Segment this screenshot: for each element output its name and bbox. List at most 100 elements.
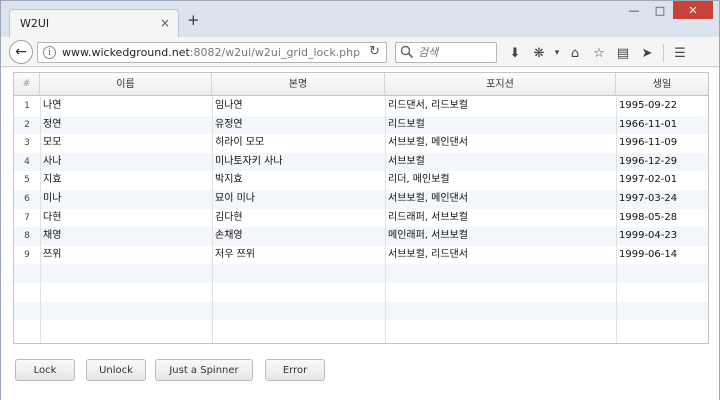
cell-num: 2 xyxy=(24,119,30,130)
empty-row xyxy=(14,283,708,302)
cell-realname: 김다현 xyxy=(215,211,243,223)
table-row[interactable]: 2 정연 유정연 리드보컬 1966-11-01 xyxy=(14,115,708,135)
chevron-down-icon[interactable]: ▾ xyxy=(551,42,563,64)
extension-icon[interactable]: ❋ xyxy=(527,42,551,64)
unlock-button[interactable]: Unlock xyxy=(86,359,146,381)
grid-header: # 이름 본명 포지션 생일 xyxy=(14,73,708,96)
cell-position: 리드보컬 xyxy=(388,118,425,130)
cell-realname: 손채영 xyxy=(215,230,243,242)
close-window-button[interactable]: ✕ xyxy=(673,1,713,19)
empty-row xyxy=(14,301,708,321)
table-row[interactable]: 4 사나 미나토자키 사나 서브보컬 1996-12-29 xyxy=(14,152,708,172)
lock-button[interactable]: Lock xyxy=(15,359,75,381)
browser-window: W2UI × + — □ ✕ ← i www.wickedground.net:… xyxy=(0,0,720,400)
cell-name: 쯔위 xyxy=(43,248,62,260)
cell-realname: 박지효 xyxy=(215,174,243,186)
search-icon xyxy=(400,45,414,59)
cell-birthday: 1966-11-01 xyxy=(619,118,678,130)
table-row[interactable]: 8 채영 손채영 메인래퍼, 서브보컬 1999-04-23 xyxy=(14,227,708,246)
cell-realname: 저우 쯔위 xyxy=(215,248,255,260)
url-host: www.wickedground.net xyxy=(62,46,190,59)
url-path: :8082/w2ui/w2ui_grid_lock.php xyxy=(189,46,361,59)
cell-position: 서브보컬, 메인댄서 xyxy=(388,193,468,204)
arrow-left-icon: ← xyxy=(15,44,27,60)
download-icon[interactable]: ⬇ xyxy=(503,42,527,64)
cell-birthday: 1998-05-28 xyxy=(619,211,678,223)
spinner-button[interactable]: Just a Spinner xyxy=(155,359,253,381)
reader-icon[interactable]: ▤ xyxy=(611,42,635,64)
cell-num: 1 xyxy=(24,101,30,111)
column-header-position[interactable]: 포지션 xyxy=(385,73,616,96)
cell-realname: 유정연 xyxy=(215,118,243,130)
toolbar-divider xyxy=(663,44,664,62)
cell-position: 서브보컬 xyxy=(388,155,425,167)
table-row[interactable]: 5 지효 박지효 리더, 메인보컬 1997-02-01 xyxy=(14,171,708,190)
table-row[interactable]: 1 나연 임나연 리드댄서, 리드보컬 1995-09-22 xyxy=(14,97,708,116)
column-header-number[interactable]: # xyxy=(14,73,40,96)
reload-icon[interactable]: ↻ xyxy=(369,44,380,59)
cell-birthday: 1996-11-09 xyxy=(619,137,678,149)
cell-position: 리드댄서, 리드보컬 xyxy=(388,100,468,111)
search-input[interactable] xyxy=(418,46,494,59)
cell-name: 나연 xyxy=(43,100,62,111)
navigation-bar: ← i www.wickedground.net:8082/w2ui/w2ui_… xyxy=(1,37,719,67)
column-header-birthday[interactable]: 생일 xyxy=(616,73,708,96)
grid-body: 1 나연 임나연 리드댄서, 리드보컬 1995-09-22 2 정연 유정연 리드보컬 1966… xyxy=(14,97,708,343)
cursor-icon[interactable]: ➤ xyxy=(635,42,659,64)
minimize-button[interactable]: — xyxy=(621,1,647,19)
close-icon[interactable]: × xyxy=(160,16,170,30)
page-content: # 이름 본명 포지션 생일 1 나연 임나연 리드댄서, 리드보컬 1995-09-2… xyxy=(1,68,719,400)
cell-name: 미나 xyxy=(43,193,62,204)
column-header-realname[interactable]: 본명 xyxy=(212,73,385,96)
cell-name: 정연 xyxy=(43,118,62,130)
cell-birthday: 1997-02-01 xyxy=(619,174,678,186)
cell-name: 채영 xyxy=(43,230,62,242)
cell-birthday: 1995-09-22 xyxy=(619,100,678,111)
table-row[interactable]: 3 모모 히라이 모모 서브보컬, 메인댄서 1996-11-09 xyxy=(14,134,708,153)
cell-realname: 미나토자키 사나 xyxy=(215,155,283,167)
cell-num: 3 xyxy=(24,138,30,149)
table-row[interactable]: 6 미나 묘이 미나 서브보컬, 메인댄서 1997-03-24 xyxy=(14,190,708,209)
cell-name: 지효 xyxy=(43,174,62,186)
error-button[interactable]: Error xyxy=(265,359,325,381)
url-bar[interactable]: i www.wickedground.net:8082/w2ui/w2ui_gr… xyxy=(37,42,387,63)
cell-birthday: 1999-06-14 xyxy=(619,248,678,260)
tab-strip: W2UI × + — □ ✕ xyxy=(1,1,719,37)
tab-w2ui[interactable]: W2UI × xyxy=(9,9,179,37)
column-divider xyxy=(40,97,41,343)
url-text[interactable]: www.wickedground.net:8082/w2ui/w2ui_grid… xyxy=(62,46,360,59)
column-divider xyxy=(385,97,386,343)
data-grid: # 이름 본명 포지션 생일 1 나연 임나연 리드댄서, 리드보컬 1995-09-2… xyxy=(13,72,709,344)
cell-birthday: 1997-03-24 xyxy=(619,193,678,204)
info-icon[interactable]: i xyxy=(43,46,56,59)
cell-position: 메인래퍼, 서브보컬 xyxy=(388,230,468,242)
menu-icon[interactable]: ☰ xyxy=(668,42,692,64)
empty-row xyxy=(14,320,708,339)
cell-num: 9 xyxy=(24,249,30,260)
cell-realname: 묘이 미나 xyxy=(215,193,255,204)
cell-num: 7 xyxy=(24,212,30,223)
star-icon[interactable]: ☆ xyxy=(587,42,611,64)
cell-num: 5 xyxy=(24,175,30,186)
cell-num: 8 xyxy=(24,231,30,242)
cell-birthday: 1999-04-23 xyxy=(619,230,678,242)
table-row[interactable]: 7 다현 김다현 리드래퍼, 서브보컬 1998-05-28 xyxy=(14,208,708,228)
cell-position: 서브보컬, 리드댄서 xyxy=(388,248,468,260)
cell-birthday: 1996-12-29 xyxy=(619,155,678,167)
cell-realname: 히라이 모모 xyxy=(215,137,265,149)
cell-name: 사나 xyxy=(43,155,62,167)
toolbar: ⬇ ❋ ▾ ⌂ ☆ ▤ ➤ ☰ xyxy=(503,42,692,64)
cell-name: 모모 xyxy=(43,137,62,149)
cell-position: 리더, 메인보컬 xyxy=(388,174,450,186)
home-icon[interactable]: ⌂ xyxy=(563,42,587,64)
cell-num: 4 xyxy=(24,156,30,167)
new-tab-icon[interactable]: + xyxy=(187,13,200,28)
search-bar[interactable] xyxy=(395,42,497,63)
maximize-button[interactable]: □ xyxy=(647,1,673,19)
cell-position: 리드래퍼, 서브보컬 xyxy=(388,211,468,223)
column-divider xyxy=(616,97,617,343)
cell-realname: 임나연 xyxy=(215,100,243,111)
table-row[interactable]: 9 쯔위 저우 쯔위 서브보컬, 리드댄서 1999-06-14 xyxy=(14,245,708,265)
column-header-name[interactable]: 이름 xyxy=(40,73,212,96)
back-button[interactable]: ← xyxy=(9,40,33,64)
